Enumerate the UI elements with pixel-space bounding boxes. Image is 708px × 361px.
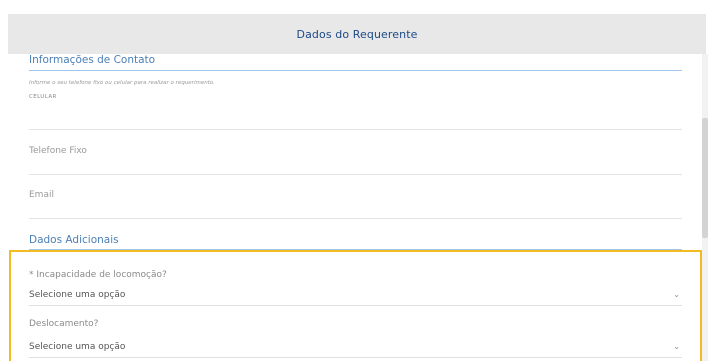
contact-hint: Informe o seu telefone fixo ou celular p… [29, 80, 215, 86]
mobility-select-underline [29, 305, 682, 306]
email-field[interactable]: Email [29, 190, 54, 200]
scrollbar-thumb[interactable] [702, 118, 708, 238]
cell-label: CELULAR [29, 94, 57, 100]
displacement-select[interactable]: Selecione uma opção [29, 342, 682, 352]
panel-title: Dados do Requerente [296, 27, 418, 41]
form-page: Dados do Requerente Informações de Conta… [0, 0, 708, 361]
phone-field-underline [29, 174, 682, 175]
displacement-select-underline [29, 357, 682, 358]
top-strip [0, 0, 708, 14]
email-field-underline [29, 218, 682, 219]
mobility-select[interactable]: Selecione uma opção [29, 290, 682, 300]
cell-field[interactable] [29, 129, 682, 130]
chevron-down-icon[interactable]: ⌄ [673, 342, 680, 351]
phone-field[interactable]: Telefone Fixo [29, 146, 87, 156]
section-divider-contact [29, 70, 682, 71]
displacement-question-label: Deslocamento? [29, 319, 99, 329]
panel-header: Dados do Requerente [8, 14, 706, 54]
chevron-down-icon[interactable]: ⌄ [673, 290, 680, 299]
section-title-contact: Informações de Contato [29, 54, 156, 66]
section-title-additional: Dados Adicionais [29, 234, 119, 246]
mobility-question-label: * Incapacidade de locomoção? [29, 270, 167, 280]
